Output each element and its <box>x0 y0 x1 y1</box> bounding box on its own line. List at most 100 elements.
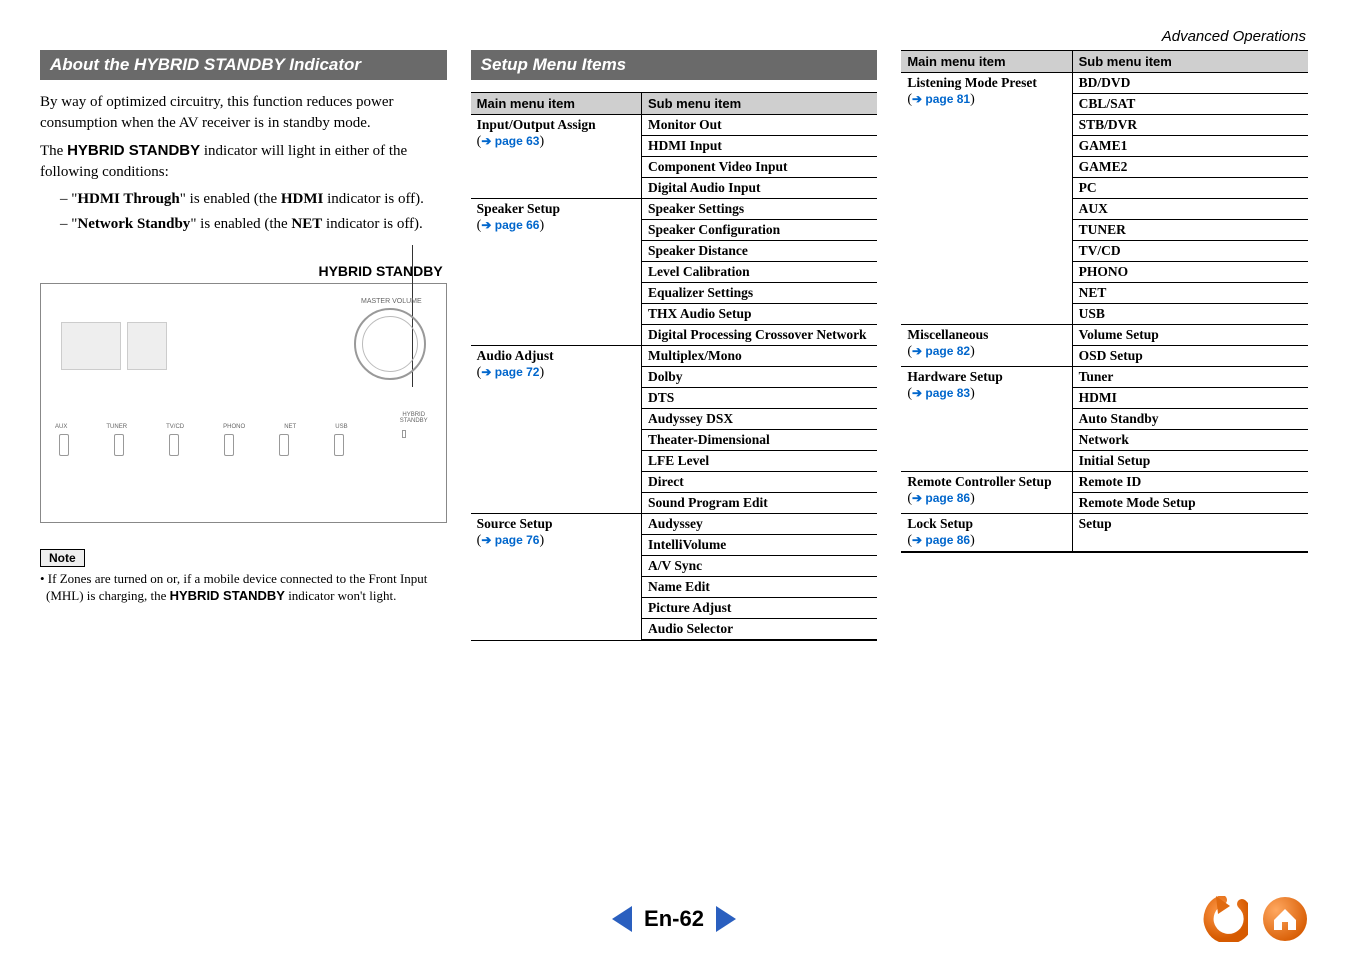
page-link[interactable]: ➔ page 86 <box>912 533 970 547</box>
sub-menu-cell: Multiplex/Mono <box>641 346 877 367</box>
text-bold: HYBRID STANDBY <box>67 142 200 159</box>
note-text: • If Zones are turned on or, if a mobile… <box>40 571 447 605</box>
text: The <box>40 143 67 159</box>
main-menu-label: Remote Controller Setup <box>907 474 1051 489</box>
list-item: "Network Standby" is enabled (the NET in… <box>60 214 447 235</box>
page-link[interactable]: ➔ page 76 <box>481 533 539 547</box>
sub-menu-cell: GAME2 <box>1072 157 1308 178</box>
section-bar-hybrid-standby: About the HYBRID STANDBY Indicator <box>40 50 447 80</box>
page-number: En-62 <box>644 906 704 932</box>
page-link[interactable]: ➔ page 83 <box>912 386 970 400</box>
setup-menu-table-1: Main menu item Sub menu item Input/Outpu… <box>471 92 878 641</box>
page-link[interactable]: ➔ page 66 <box>481 218 539 232</box>
sub-menu-cell: Setup <box>1072 514 1308 553</box>
sub-menu-cell: Auto Standby <box>1072 409 1308 430</box>
sub-menu-cell: LFE Level <box>641 451 877 472</box>
text: " is enabled (the <box>190 216 291 232</box>
main-menu-label: Lock Setup <box>907 516 973 531</box>
table-header-main: Main menu item <box>901 51 1072 73</box>
main-menu-label: Speaker Setup <box>477 201 560 216</box>
page-link[interactable]: ➔ page 72 <box>481 365 539 379</box>
sub-menu-cell: Digital Audio Input <box>641 178 877 199</box>
page-link[interactable]: ➔ page 63 <box>481 134 539 148</box>
standby-led-icon <box>402 430 406 438</box>
setup-menu-table-2: Main menu item Sub menu item Listening M… <box>901 50 1308 553</box>
prev-page-button[interactable] <box>612 906 632 932</box>
page-link[interactable]: ➔ page 82 <box>912 344 970 358</box>
next-page-button[interactable] <box>716 906 736 932</box>
main-menu-cell: Input/Output Assign(➔ page 63) <box>471 115 642 199</box>
table-row: Listening Mode Preset(➔ page 81)BD/DVD <box>901 73 1308 94</box>
text-bold: NET <box>291 216 322 232</box>
sub-menu-cell: Dolby <box>641 367 877 388</box>
home-button[interactable] <box>1262 896 1308 942</box>
table-header-main: Main menu item <box>471 93 642 115</box>
page-link[interactable]: ➔ page 81 <box>912 92 970 106</box>
panel-button-icon <box>224 434 234 456</box>
sub-menu-cell: Theater-Dimensional <box>641 430 877 451</box>
sub-menu-cell: Tuner <box>1072 367 1308 388</box>
sub-menu-cell: HDMI <box>1072 388 1308 409</box>
sub-menu-cell: Network <box>1072 430 1308 451</box>
text: indicator won't light. <box>285 588 396 603</box>
sub-menu-cell: Volume Setup <box>1072 325 1308 346</box>
sub-menu-cell: GAME1 <box>1072 136 1308 157</box>
page-link[interactable]: ➔ page 86 <box>912 491 970 505</box>
column-right: Main menu item Sub menu item Listening M… <box>901 50 1308 641</box>
main-menu-cell: Audio Adjust(➔ page 72) <box>471 346 642 514</box>
hybrid-standby-caption: HYBRID STANDBY <box>40 263 447 279</box>
sub-menu-cell: Picture Adjust <box>641 598 877 619</box>
header-section-title: Advanced Operations <box>1162 28 1306 45</box>
table-row: Hardware Setup(➔ page 83)Tuner <box>901 367 1308 388</box>
sub-menu-cell: Component Video Input <box>641 157 877 178</box>
main-menu-cell: Miscellaneous(➔ page 82) <box>901 325 1072 367</box>
main-menu-cell: Speaker Setup(➔ page 66) <box>471 199 642 346</box>
text: " is enabled (the <box>180 191 281 207</box>
panel-button-icon <box>114 434 124 456</box>
sub-menu-cell: HDMI Input <box>641 136 877 157</box>
main-menu-label: Hardware Setup <box>907 369 1002 384</box>
sub-menu-cell: Name Edit <box>641 577 877 598</box>
sub-menu-cell: Speaker Settings <box>641 199 877 220</box>
panel-btn-label: TUNER <box>106 424 127 430</box>
table-row: Remote Controller Setup(➔ page 86)Remote… <box>901 472 1308 493</box>
main-menu-label: Source Setup <box>477 516 553 531</box>
sub-menu-cell: BD/DVD <box>1072 73 1308 94</box>
sub-menu-cell: Speaker Distance <box>641 241 877 262</box>
panel-button-icon <box>59 434 69 456</box>
sub-menu-cell: TV/CD <box>1072 241 1308 262</box>
panel-btn-label: USB <box>335 424 347 430</box>
back-button[interactable] <box>1202 896 1248 942</box>
sub-menu-cell: Audio Selector <box>641 619 877 641</box>
panel-btn-label: TV/CD <box>166 424 184 430</box>
sub-menu-cell: CBL/SAT <box>1072 94 1308 115</box>
sub-menu-cell: Remote Mode Setup <box>1072 493 1308 514</box>
sub-menu-cell: Equalizer Settings <box>641 283 877 304</box>
device-panel-illustration: MASTER VOLUME AUX TUNER TV/CD PHONO NET … <box>40 283 447 523</box>
main-menu-cell: Listening Mode Preset(➔ page 81) <box>901 73 1072 325</box>
text-bold: HDMI Through <box>77 191 179 207</box>
table-row: Audio Adjust(➔ page 72)Multiplex/Mono <box>471 346 878 367</box>
main-menu-cell: Hardware Setup(➔ page 83) <box>901 367 1072 472</box>
main-menu-cell: Remote Controller Setup(➔ page 86) <box>901 472 1072 514</box>
main-menu-cell: Lock Setup(➔ page 86) <box>901 514 1072 553</box>
sub-menu-cell: Audyssey DSX <box>641 409 877 430</box>
text-bold: HDMI <box>281 191 324 207</box>
main-menu-label: Listening Mode Preset <box>907 75 1036 90</box>
sub-menu-cell: USB <box>1072 304 1308 325</box>
main-menu-cell: Source Setup(➔ page 76) <box>471 514 642 641</box>
sub-menu-cell: THX Audio Setup <box>641 304 877 325</box>
main-menu-label: Miscellaneous <box>907 327 988 342</box>
sub-menu-cell: Direct <box>641 472 877 493</box>
sub-menu-cell: PHONO <box>1072 262 1308 283</box>
table-row: Source Setup(➔ page 76)Audyssey <box>471 514 878 535</box>
sub-menu-cell: A/V Sync <box>641 556 877 577</box>
sub-menu-cell: Digital Processing Crossover Network <box>641 325 877 346</box>
panel-buttons <box>59 434 344 456</box>
column-middle: Setup Menu Items Main menu item Sub menu… <box>471 50 878 641</box>
sub-menu-cell: STB/DVR <box>1072 115 1308 136</box>
table-row: Input/Output Assign(➔ page 63)Monitor Ou… <box>471 115 878 136</box>
display-area-icon <box>61 322 291 380</box>
sub-menu-cell: TUNER <box>1072 220 1308 241</box>
sub-menu-cell: PC <box>1072 178 1308 199</box>
